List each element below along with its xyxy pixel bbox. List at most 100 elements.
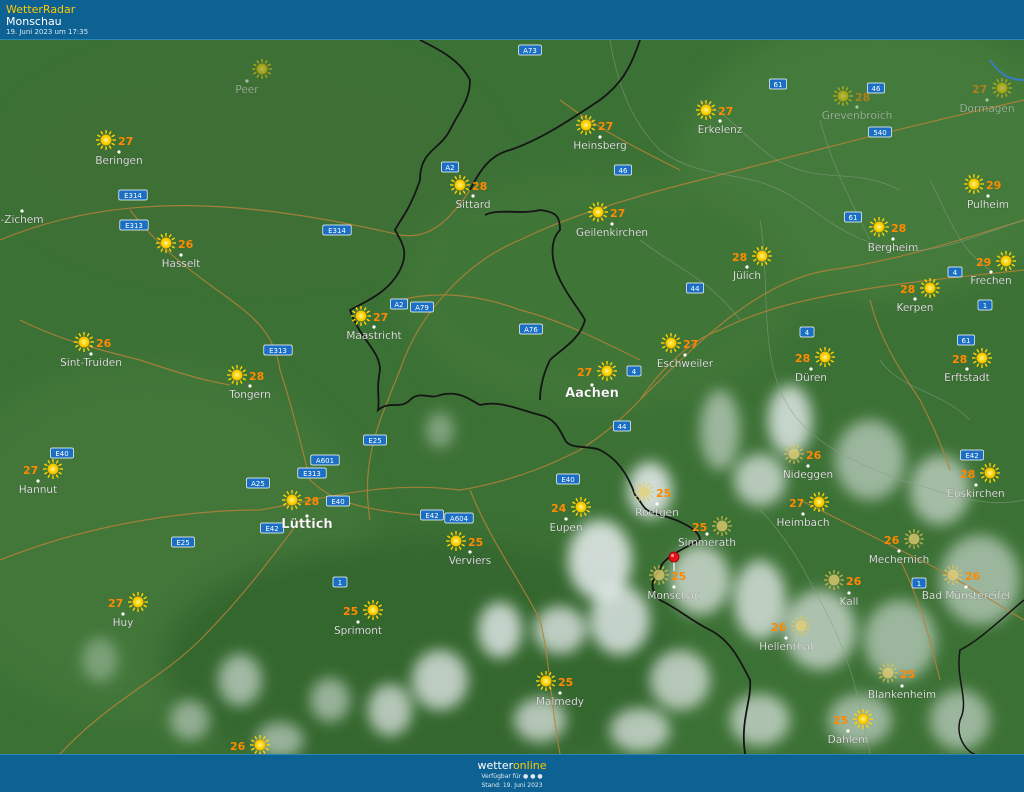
city-label: Hellenthal — [759, 641, 812, 653]
city-label: Simmerath — [678, 537, 736, 549]
city-label: Jülich — [732, 270, 761, 282]
city-label: Dahlem — [828, 734, 869, 746]
brand-part1: wetter — [477, 759, 513, 772]
road-badge: 4 — [626, 365, 642, 377]
road-badge-label: E40 — [561, 476, 574, 484]
city-dot — [471, 194, 475, 198]
road-badge-label: A604 — [450, 515, 469, 523]
timestamp: 19. Juni 2023 um 17:35 — [6, 28, 89, 36]
web-icon[interactable]: ● — [537, 773, 542, 780]
header-bar: WetterRadar Monschau 19. Juni 2023 um 17… — [0, 0, 1024, 40]
map-canvas: A7361 46A2 46540E314E313E314A2 A79614A76444… — [0, 40, 1024, 754]
temperature-label: 25 — [468, 536, 483, 549]
city-dot — [784, 636, 788, 640]
road-badge: E25 — [363, 434, 387, 446]
city-dot — [718, 119, 722, 123]
temperature-label: 28 — [891, 222, 906, 235]
road-badge: A2 — [441, 161, 459, 173]
road-badge-label: E313 — [269, 347, 287, 355]
road-badge: 61 — [844, 211, 862, 223]
city-dot — [897, 549, 901, 553]
road-badge: 540 — [868, 126, 892, 138]
road-badge: E40 — [50, 447, 74, 459]
weather-map[interactable]: A73 61 46 A2 46 540 E314 E313 E314 A2 A79 61 4 A76 44 4… — [0, 40, 1024, 754]
temperature-label: 28 — [900, 283, 915, 296]
road-badge-label: 4 — [953, 269, 958, 277]
location-name: Monschau — [6, 15, 62, 28]
city-dot — [974, 483, 978, 487]
road-badge: 44 — [686, 282, 704, 294]
city-label: Heimbach — [776, 517, 829, 529]
road-badge-label: E40 — [55, 450, 68, 458]
city-dot — [705, 532, 709, 536]
temperature-label: 25 — [900, 668, 915, 681]
brand-logo[interactable]: wetteronline — [0, 759, 1024, 772]
road-badge-label: A76 — [524, 326, 538, 334]
apple-icon[interactable]: ● — [523, 773, 528, 780]
city-label: Aachen — [565, 386, 619, 401]
city-label: Erkelenz — [698, 124, 743, 136]
temperature-label: 27 — [23, 464, 38, 477]
road-badge-label: 46 — [619, 167, 628, 175]
temperature-label: 25 — [692, 521, 707, 534]
temperature-label: 27 — [972, 83, 987, 96]
temperature-label: 28 — [855, 91, 870, 104]
city-label: Hasselt — [162, 258, 201, 270]
road-badge: A25 — [246, 477, 270, 489]
road-badge: E40 — [326, 495, 350, 507]
city-dot — [117, 150, 121, 154]
city-label: Sint-Truiden — [60, 357, 122, 369]
temperature-label: 27 — [598, 120, 613, 133]
city-dot — [121, 612, 125, 616]
city-label: Erftstadt — [944, 372, 989, 384]
city-label: Heinsberg — [573, 140, 626, 152]
road-badge: E314 — [322, 224, 352, 236]
road-badge-label: 61 — [774, 81, 783, 89]
road-badge-label: E42 — [265, 525, 278, 533]
temperature-label: 24 — [551, 502, 567, 515]
road-badge-label: 1 — [983, 302, 987, 310]
road-badge: 61 — [957, 334, 975, 346]
city-dot — [558, 691, 562, 695]
temperature-label: 28 — [795, 352, 810, 365]
road-badge-label: A79 — [415, 304, 429, 312]
temperature-label: 28 — [249, 370, 264, 383]
android-icon[interactable]: ● — [530, 773, 535, 780]
road-badge: 1 — [332, 576, 348, 588]
temperature-label: 27 — [683, 338, 698, 351]
road-badge-label: 540 — [873, 129, 886, 137]
city-label: -Zichem — [0, 214, 43, 226]
road-badge-label: 1 — [338, 579, 342, 587]
road-badge-label: A25 — [251, 480, 265, 488]
temperature-label: 27 — [577, 366, 592, 379]
road-badge: A601 — [310, 454, 340, 466]
city-dot — [891, 237, 895, 241]
city-dot — [598, 135, 602, 139]
road-badge-label: E314 — [328, 227, 346, 235]
footer-bar: wetteronline Verfügbar für ● ● ● Stand: … — [0, 754, 1024, 792]
city-label: Lüttich — [281, 517, 332, 532]
road-badge-label: A601 — [316, 457, 334, 465]
temperature-label: 27 — [610, 207, 625, 220]
road-badge-label: E25 — [176, 539, 189, 547]
city-label: Sittard — [455, 199, 490, 211]
city-label: Grevenbroich — [822, 110, 893, 122]
road-badge: E40 — [556, 473, 580, 485]
city-label: Hannut — [19, 484, 57, 496]
city-dot — [248, 384, 252, 388]
temperature-label: 29 — [976, 256, 991, 269]
road-badge-label: E42 — [965, 452, 978, 460]
city-dot — [855, 105, 859, 109]
city-dot — [847, 591, 851, 595]
city-label: Monschau — [647, 590, 700, 602]
city-label: Düren — [795, 372, 827, 384]
road-badge: E25 — [171, 536, 195, 548]
city-label: Sprimont — [334, 625, 382, 637]
city-dot — [20, 209, 24, 213]
temperature-label: 26 — [846, 575, 862, 588]
city-label: Dormagen — [959, 103, 1014, 115]
city-dot — [989, 270, 993, 274]
temperature-label: 29 — [986, 179, 1001, 192]
temperature-label: 27 — [373, 311, 388, 324]
road-badge-label: 44 — [618, 423, 627, 431]
